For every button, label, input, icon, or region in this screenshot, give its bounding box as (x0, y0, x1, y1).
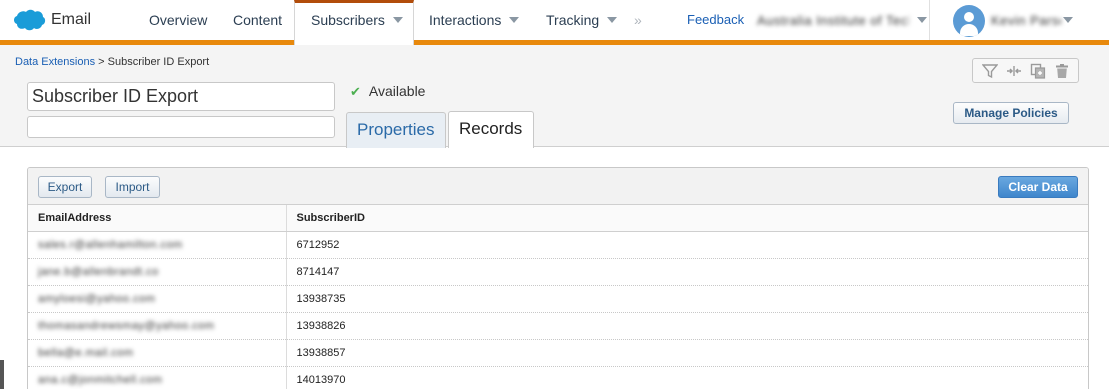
records-table: EmailAddress SubscriberID sales.r@allenh… (28, 205, 1088, 389)
clear-data-button[interactable]: Clear Data (998, 176, 1078, 198)
email-value: ana.c@jonmitchell.com (38, 373, 163, 386)
avatar-head (964, 12, 974, 22)
subscriber-id-cell: 13938857 (286, 339, 1088, 367)
email-cell: bella@e.mail.com (28, 339, 287, 367)
user-avatar[interactable] (953, 5, 985, 37)
email-value: jane.b@allenbrandt.co (38, 265, 159, 278)
filter-icon[interactable] (982, 63, 998, 79)
account-name: Australia Institute of Technology (757, 13, 909, 29)
user-name: Kevin Parsons (991, 13, 1061, 29)
status-badge: ✔ Available (350, 83, 425, 100)
table-row[interactable]: jane.b@allenbrandt.co 8714147 (28, 258, 1088, 286)
email-cell: sales.r@allenhamilton.com (28, 231, 287, 259)
extension-actions (972, 58, 1079, 83)
column-header-subscriberid[interactable]: SubscriberID (286, 205, 1088, 232)
subscriber-id-cell: 8714147 (286, 258, 1088, 286)
subscriber-id-cell: 14013970 (286, 366, 1088, 389)
email-value: bella@e.mail.com (38, 346, 134, 359)
email-value: amyloesi@yahoo.com (38, 292, 156, 305)
nav-tracking-label: Tracking (546, 12, 600, 28)
breadcrumb-data-extensions[interactable]: Data Extensions (15, 56, 95, 68)
chevron-down-icon (607, 17, 618, 23)
tab-records[interactable]: Records (448, 111, 534, 148)
extension-description-field[interactable] (27, 116, 335, 138)
subscriber-id-cell: 13938735 (286, 285, 1088, 313)
nav-divider (929, 0, 930, 40)
account-switcher[interactable]: Australia Institute of Technology (757, 0, 927, 40)
export-button[interactable]: Export (38, 176, 92, 198)
status-text: Available (368, 83, 426, 99)
nav-overview[interactable]: Overview (149, 0, 207, 40)
breadcrumb-separator: > (98, 56, 105, 68)
columns-icon[interactable] (1006, 63, 1022, 79)
import-button[interactable]: Import (105, 176, 160, 198)
breadcrumb-current: Subscriber ID Export (107, 56, 210, 68)
chevron-down-icon (392, 17, 403, 23)
chevron-down-icon (509, 17, 520, 23)
chevron-down-icon (917, 17, 927, 23)
nav-subscribers-label: Subscribers (311, 12, 385, 28)
breadcrumb: Data Extensions > Subscriber ID Export (15, 56, 209, 68)
chevron-down-icon (1063, 17, 1073, 23)
column-header-emailaddress[interactable]: EmailAddress (28, 205, 287, 232)
manage-policies-button[interactable]: Manage Policies (953, 102, 1069, 124)
records-panel: Export Import Clear Data EmailAddress Su… (27, 167, 1089, 389)
nav-tracking[interactable]: Tracking (546, 0, 618, 40)
email-value: sales.r@allenhamilton.com (38, 238, 183, 251)
table-row[interactable]: ana.c@jonmitchell.com 14013970 (28, 366, 1088, 389)
tab-properties[interactable]: Properties (346, 112, 446, 148)
extension-header: Data Extensions > Subscriber ID Export ✔… (0, 45, 1109, 148)
window-edge (0, 360, 4, 389)
email-value: thomasandrewsmay@yahoo.com (38, 319, 215, 332)
nav-interactions[interactable]: Interactions (429, 0, 520, 40)
top-navigation: Email Overview Content Subscribers Inter… (0, 0, 1109, 45)
trash-icon[interactable] (1054, 63, 1070, 79)
table-row[interactable]: bella@e.mail.com 13938857 (28, 339, 1088, 367)
copy-icon[interactable] (1030, 63, 1046, 79)
subscriber-id-cell: 13938826 (286, 312, 1088, 340)
email-cell: amyloesi@yahoo.com (28, 285, 287, 313)
app-name: Email (51, 11, 92, 28)
check-icon: ✔ (350, 84, 361, 99)
email-cell: ana.c@jonmitchell.com (28, 366, 287, 389)
extension-name-field[interactable] (27, 82, 335, 111)
table-row[interactable]: amyloesi@yahoo.com 13938735 (28, 285, 1088, 313)
table-row[interactable]: thomasandrewsmay@yahoo.com 13938826 (28, 312, 1088, 340)
records-toolbar: Export Import Clear Data (28, 168, 1088, 205)
feedback-link[interactable]: Feedback (687, 0, 744, 40)
salesforce-cloud-icon[interactable] (12, 8, 46, 32)
nav-more[interactable]: » (634, 0, 642, 40)
email-cell: thomasandrewsmay@yahoo.com (28, 312, 287, 340)
subscriber-id-cell: 6712952 (286, 231, 1088, 259)
table-header-row: EmailAddress SubscriberID (28, 205, 1088, 232)
user-menu[interactable]: Kevin Parsons (991, 0, 1073, 40)
table-row[interactable]: sales.r@allenhamilton.com 6712952 (28, 231, 1088, 259)
email-cell: jane.b@allenbrandt.co (28, 258, 287, 286)
nav-content[interactable]: Content (233, 0, 282, 40)
nav-interactions-label: Interactions (429, 12, 502, 28)
avatar-body (960, 24, 978, 36)
nav-subscribers[interactable]: Subscribers (294, 0, 414, 45)
